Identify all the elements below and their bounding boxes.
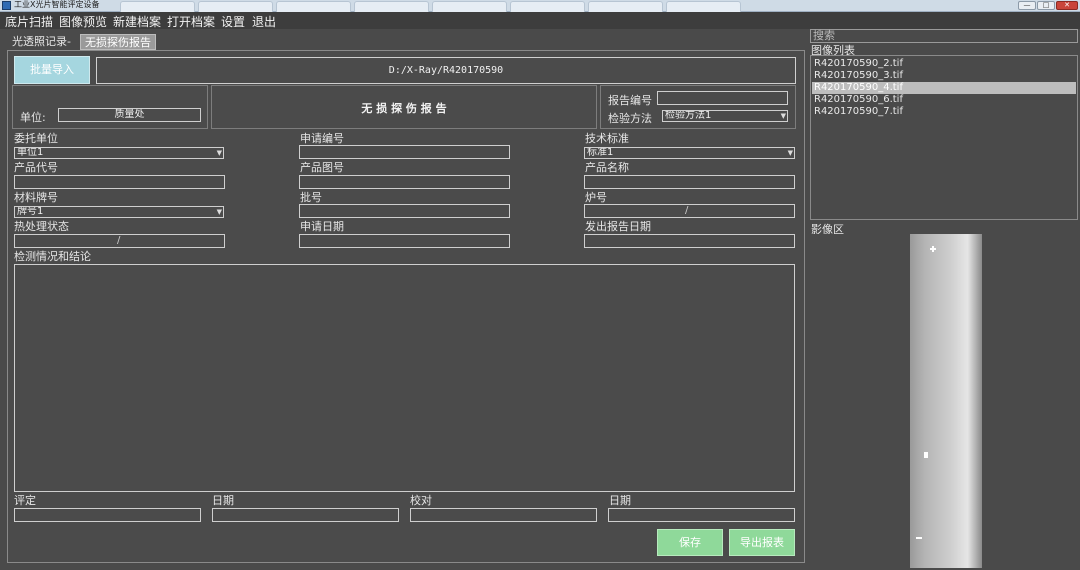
background-tab[interactable] [666,1,741,12]
menu-item-new-archive[interactable]: 新建档案 [113,13,161,30]
save-button[interactable]: 保存 [657,529,723,556]
issue-date-label: 发出报告日期 [585,220,651,233]
search-input[interactable]: 搜索 [810,29,1078,43]
image-list-item[interactable]: R420170590_3.tif [814,70,903,82]
furnace-label: 炉号 [585,191,607,204]
method-label: 检验方法 [608,112,652,125]
chevron-down-icon: ▼ [787,149,793,157]
method-select[interactable]: 检验方法1 ▼ [662,110,788,122]
date2-label: 日期 [609,494,631,507]
conclusion-label: 检测情况和结论 [14,250,91,263]
material-grade-value: 牌号1 [17,206,44,217]
client-unit-label: 委托单位 [14,132,58,145]
date-separator: / [685,205,689,216]
application-date-field[interactable] [299,234,510,248]
product-drawing-label: 产品图号 [300,161,344,174]
client-unit-value: 单位1 [17,147,44,158]
background-tab[interactable] [276,1,351,12]
tab-exposure-record[interactable]: 光透照记录- [8,34,75,50]
menu-item-exit[interactable]: 退出 [252,13,276,30]
product-name-field[interactable] [584,175,795,189]
proofread-label: 校对 [410,494,432,507]
background-tab[interactable] [588,1,663,12]
background-tab[interactable] [198,1,273,12]
xray-image[interactable] [910,234,982,568]
marker-icon [924,452,928,458]
background-tab[interactable] [510,1,585,12]
conclusion-textarea[interactable] [14,264,795,492]
product-code-field[interactable] [14,175,225,189]
application-no-label: 申请编号 [300,132,344,145]
image-list: R420170590_2.tif R420170590_3.tif R42017… [810,55,1078,220]
chevron-down-icon: ▼ [780,112,786,120]
report-no-field[interactable] [657,91,788,105]
image-list-item[interactable]: R420170590_2.tif [814,58,903,70]
window-title: 工业X光片智能评定设备 [14,0,100,9]
image-list-item[interactable]: R420170590_6.tif [814,94,903,106]
path-display: D:/X-Ray/R420170590 [96,57,796,84]
date1-label: 日期 [212,494,234,507]
chevron-down-icon: ▼ [216,149,222,157]
menu-item-preview[interactable]: 图像预览 [59,13,107,30]
background-tab[interactable] [354,1,429,12]
marker-icon [916,537,922,539]
batch-import-button[interactable]: 批量导入 [14,56,90,84]
report-title: 无 损 探 伤 报 告 [361,102,447,115]
tech-standard-select[interactable]: 标准1 ▼ [584,147,795,159]
export-report-button[interactable]: 导出报表 [729,529,795,556]
date2-field[interactable] [608,508,795,522]
app-icon [2,1,11,10]
date1-field[interactable] [212,508,399,522]
method-select-value: 检验方法1 [665,110,712,121]
tech-standard-value: 标准1 [587,147,614,158]
product-name-label: 产品名称 [585,161,629,174]
image-list-item-selected[interactable]: R420170590_4.tif [812,82,1076,94]
furnace-field[interactable]: / [584,204,795,218]
menu-item-open-archive[interactable]: 打开档案 [167,13,215,30]
image-list-item[interactable]: R420170590_7.tif [814,106,903,118]
close-button[interactable]: ✕ [1056,1,1078,10]
material-grade-select[interactable]: 牌号1 ▼ [14,206,224,218]
unit-label: 单位: [20,111,46,124]
marker-icon [932,246,934,252]
heat-treatment-field[interactable]: / [14,234,225,248]
product-drawing-field[interactable] [299,175,510,189]
batch-label: 批号 [300,191,322,204]
product-code-label: 产品代号 [14,161,58,174]
application-no-field[interactable] [299,145,510,159]
proofread-field[interactable] [410,508,597,522]
material-grade-label: 材料牌号 [14,191,58,204]
issue-date-field[interactable] [584,234,795,248]
menu-item-settings[interactable]: 设置 [221,13,245,30]
client-unit-select[interactable]: 单位1 ▼ [14,147,224,159]
background-tab[interactable] [432,1,507,12]
evaluate-label: 评定 [14,494,36,507]
date-separator: / [117,235,121,246]
tech-standard-label: 技术标准 [585,132,629,145]
minimize-button[interactable]: — [1018,1,1036,10]
unit-field[interactable]: 质量处 [58,108,201,122]
report-no-label: 报告编号 [608,94,652,107]
menu-item-scan[interactable]: 底片扫描 [5,13,53,30]
background-tab[interactable] [120,1,195,12]
batch-field[interactable] [299,204,510,218]
menu-bar: 底片扫描 图像预览 新建档案 打开档案 设置 退出 [0,12,1080,29]
evaluate-field[interactable] [14,508,201,522]
chevron-down-icon: ▼ [216,208,222,216]
tab-ndt-report[interactable]: 无损探伤报告 [80,34,156,50]
window-title-bar: 工业X光片智能评定设备 — □ ✕ [0,0,1080,12]
application-date-label: 申请日期 [300,220,344,233]
maximize-button[interactable]: □ [1037,1,1055,10]
heat-treatment-label: 热处理状态 [14,220,69,233]
